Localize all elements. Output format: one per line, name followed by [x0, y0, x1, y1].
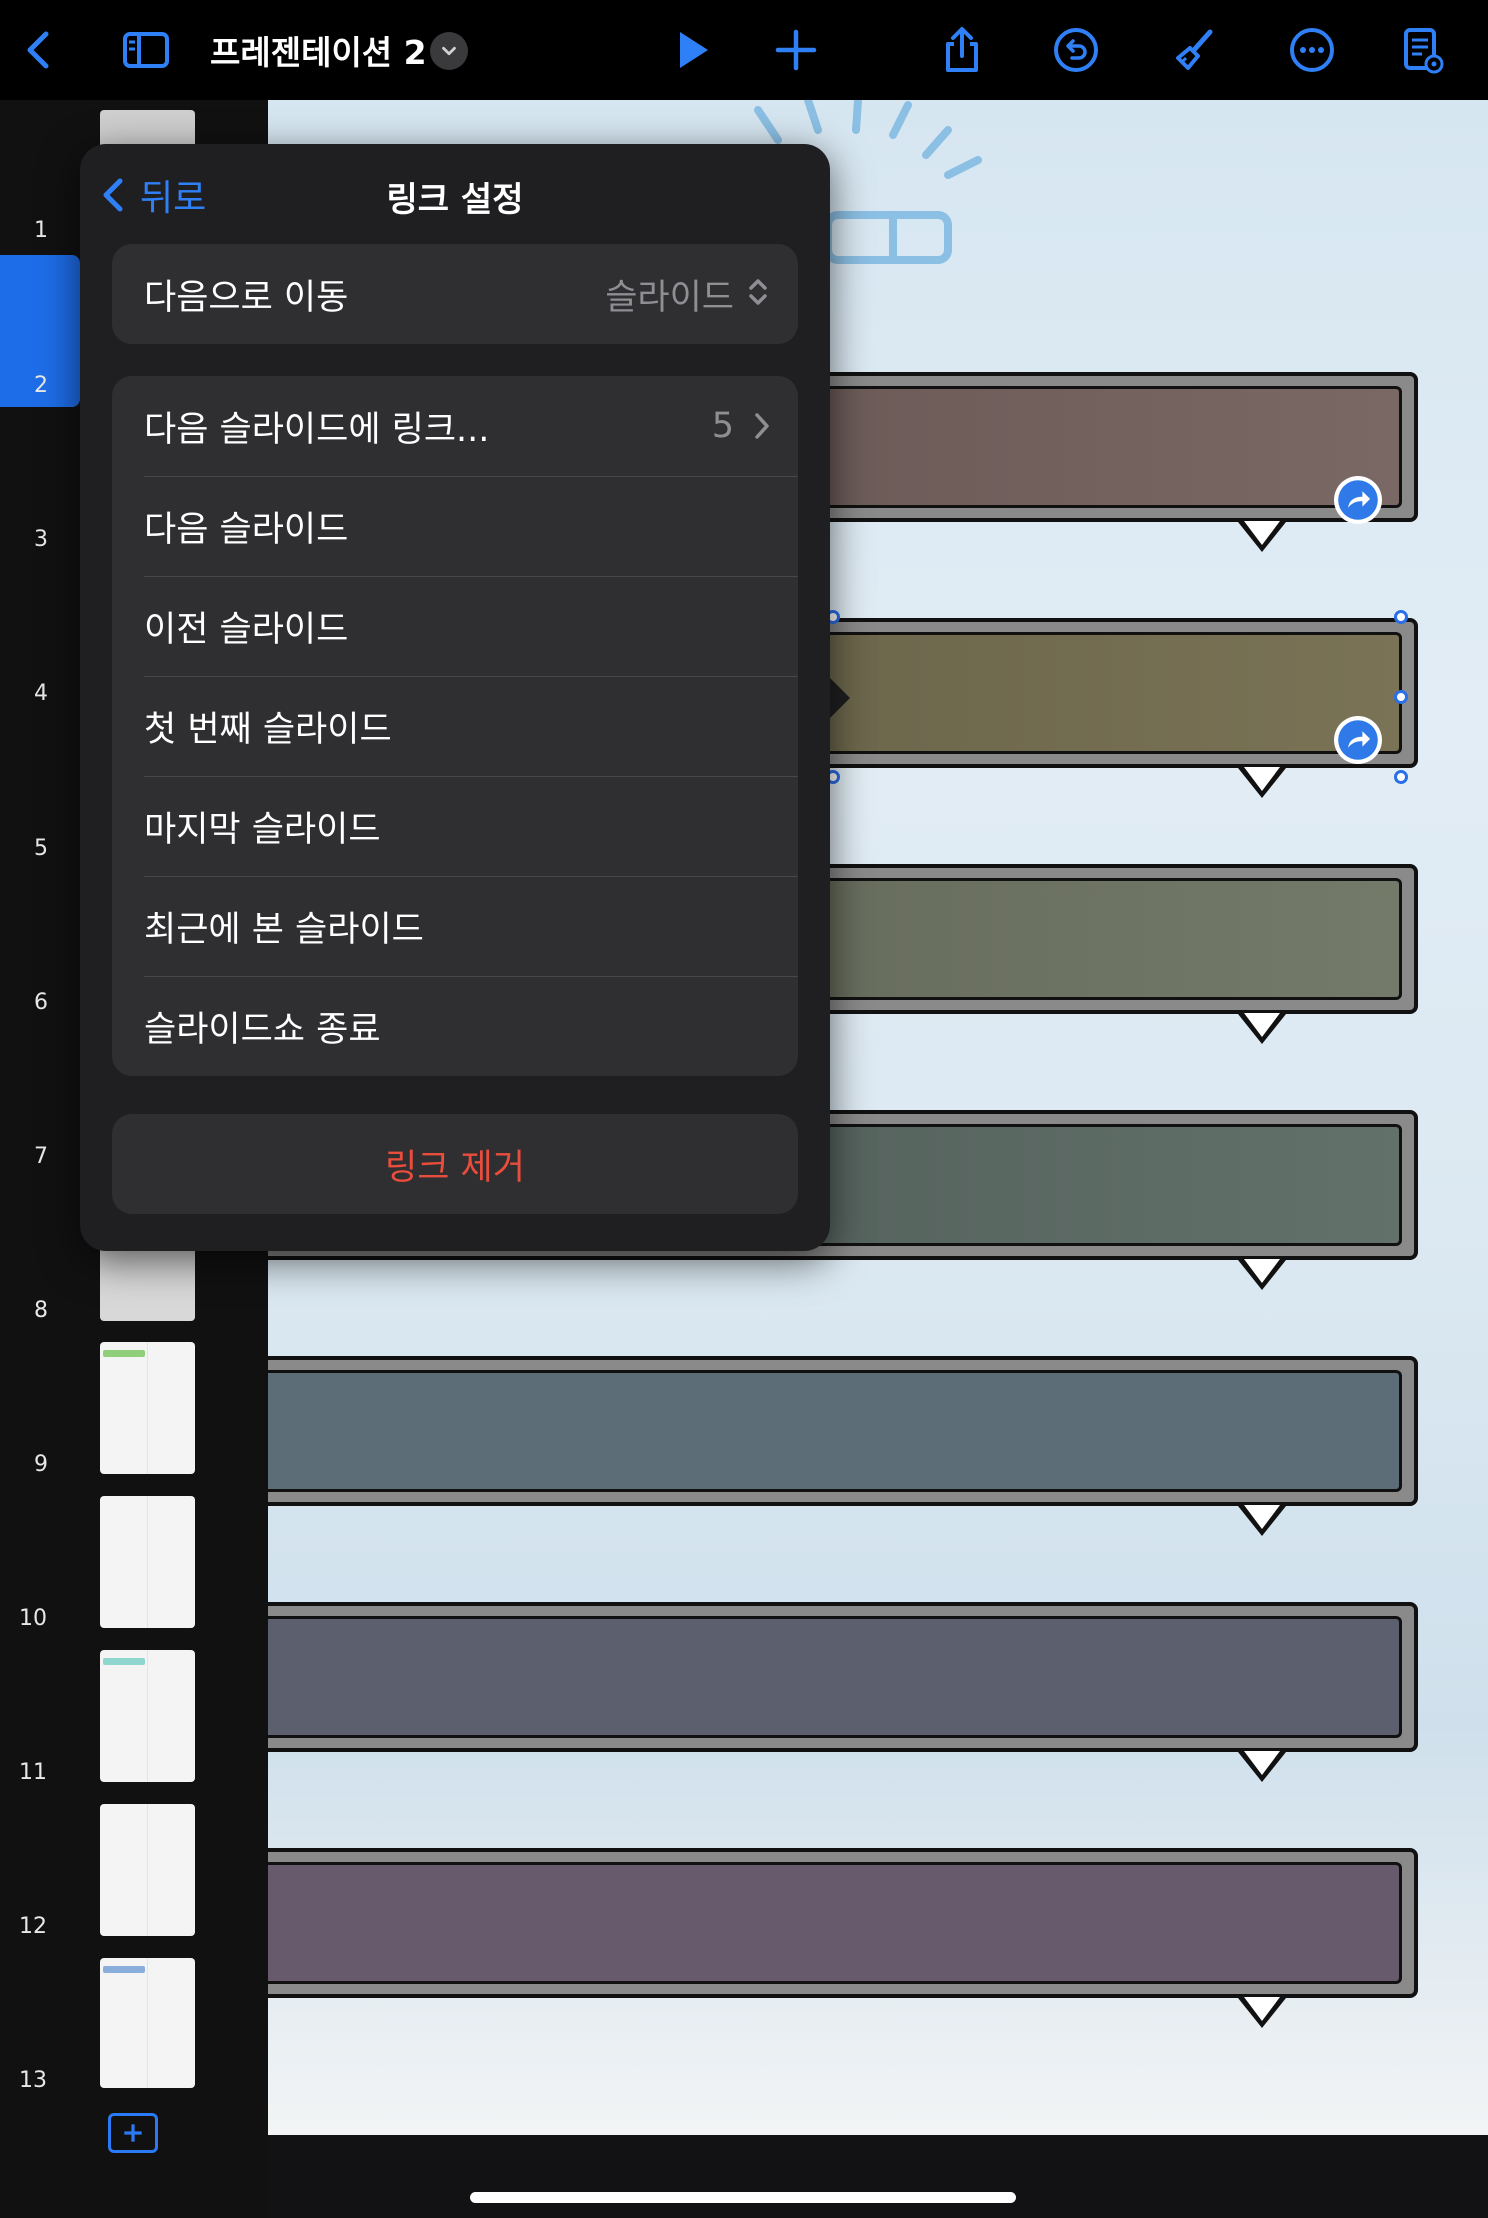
play-icon[interactable]: [664, 22, 720, 78]
slide-number-value: 5: [711, 406, 734, 446]
speech-box-7[interactable]: [268, 1848, 1418, 1998]
box-pointer: [1238, 1505, 1286, 1536]
option-label: 다음 슬라이드: [144, 509, 349, 550]
add-slide-button[interactable]: [108, 2113, 158, 2153]
option-label: 슬라이드쇼 종료: [144, 1009, 381, 1050]
toolbar: 프레젠테이션 2: [0, 0, 1488, 100]
option-link-to-slide[interactable]: 다음 슬라이드에 링크... 5: [112, 376, 798, 476]
link-type-group: 다음으로 이동 슬라이드: [112, 244, 798, 344]
remove-link-group: 링크 제거: [112, 1114, 798, 1214]
option-first-slide[interactable]: 첫 번째 슬라이드: [112, 676, 798, 776]
chevron-down-icon[interactable]: [430, 32, 468, 70]
slide-thumbnail[interactable]: [100, 1496, 195, 1628]
slide-number[interactable]: 12: [8, 1914, 58, 1939]
slide-thumbnail[interactable]: [100, 1804, 195, 1936]
link-options-group: 다음 슬라이드에 링크... 5 다음 슬라이드 이전 슬라이드 첫 번째 슬라…: [112, 376, 798, 1076]
box-pointer: [1238, 1997, 1286, 2028]
slide-number[interactable]: 6: [16, 990, 66, 1015]
share-icon[interactable]: [934, 22, 990, 78]
link-settings-popover: 뒤로 링크 설정 다음으로 이동 슬라이드 다음 슬라이드에 링크... 5 다…: [80, 144, 830, 1251]
paintbrush-icon[interactable]: [1166, 22, 1222, 78]
option-label: 마지막 슬라이드: [144, 809, 381, 850]
popover-arrow: [828, 676, 850, 720]
option-previous-slide[interactable]: 이전 슬라이드: [112, 576, 798, 676]
plus-icon: [124, 2124, 142, 2142]
box-pointer: [1238, 1013, 1286, 1044]
popover-title: 링크 설정: [386, 180, 524, 220]
presenter-notes-icon[interactable]: [1394, 22, 1450, 78]
chevron-up-down-icon: [749, 279, 767, 305]
option-recent-slide[interactable]: 최근에 본 슬라이드: [112, 876, 798, 976]
link-type-row[interactable]: 다음으로 이동 슬라이드: [112, 244, 798, 344]
selection-handle[interactable]: [1394, 690, 1408, 704]
slide-number[interactable]: 10: [8, 1606, 58, 1631]
more-icon[interactable]: [1284, 22, 1340, 78]
slide-number[interactable]: 9: [16, 1452, 66, 1477]
document-title[interactable]: 프레젠테이션 2: [210, 26, 427, 74]
slide-thumbnail[interactable]: [100, 1342, 195, 1474]
box-pointer: [1238, 1259, 1286, 1290]
option-last-slide[interactable]: 마지막 슬라이드: [112, 776, 798, 876]
slide-number[interactable]: 3: [16, 527, 66, 552]
sidebar-icon[interactable]: [118, 22, 174, 78]
link-arrow-icon[interactable]: [1334, 716, 1382, 764]
slide-number[interactable]: 2: [16, 373, 66, 398]
slide-number[interactable]: 8: [16, 1298, 66, 1323]
slide-number[interactable]: 1: [16, 218, 66, 243]
slide-number[interactable]: 5: [16, 836, 66, 861]
undo-icon[interactable]: [1048, 22, 1104, 78]
slide-number[interactable]: 4: [16, 681, 66, 706]
speech-box-6[interactable]: [268, 1602, 1418, 1752]
slide-number[interactable]: 13: [8, 2068, 58, 2093]
option-label: 이전 슬라이드: [144, 609, 349, 650]
link-type-label: 다음으로 이동: [144, 277, 349, 318]
option-label: 최근에 본 슬라이드: [144, 909, 424, 950]
link-arrow-icon[interactable]: [1334, 476, 1382, 524]
box-pointer: [1238, 1751, 1286, 1782]
back-chevron-icon[interactable]: [12, 22, 68, 78]
home-indicator[interactable]: [470, 2192, 1016, 2203]
chevron-right-icon: [755, 413, 769, 439]
option-end-slideshow[interactable]: 슬라이드쇼 종료: [112, 976, 798, 1076]
slide-thumbnail[interactable]: [100, 1650, 195, 1782]
remove-link-button[interactable]: 링크 제거: [112, 1114, 798, 1214]
plus-icon[interactable]: [768, 22, 824, 78]
slide-thumbnail[interactable]: [100, 1958, 195, 2088]
canvas-footer: [268, 2135, 1488, 2218]
selection-handle[interactable]: [1394, 770, 1408, 784]
option-label: 다음 슬라이드에 링크...: [144, 409, 490, 450]
box-pointer: [1238, 767, 1286, 798]
selection-handle[interactable]: [1394, 610, 1408, 624]
link-type-value[interactable]: 슬라이드: [605, 269, 734, 320]
option-label: 첫 번째 슬라이드: [144, 709, 392, 750]
slide-number[interactable]: 11: [8, 1760, 58, 1785]
option-next-slide[interactable]: 다음 슬라이드: [112, 476, 798, 576]
speech-box-5[interactable]: [268, 1356, 1418, 1506]
box-pointer: [1238, 521, 1286, 552]
slide-number[interactable]: 7: [16, 1144, 66, 1169]
